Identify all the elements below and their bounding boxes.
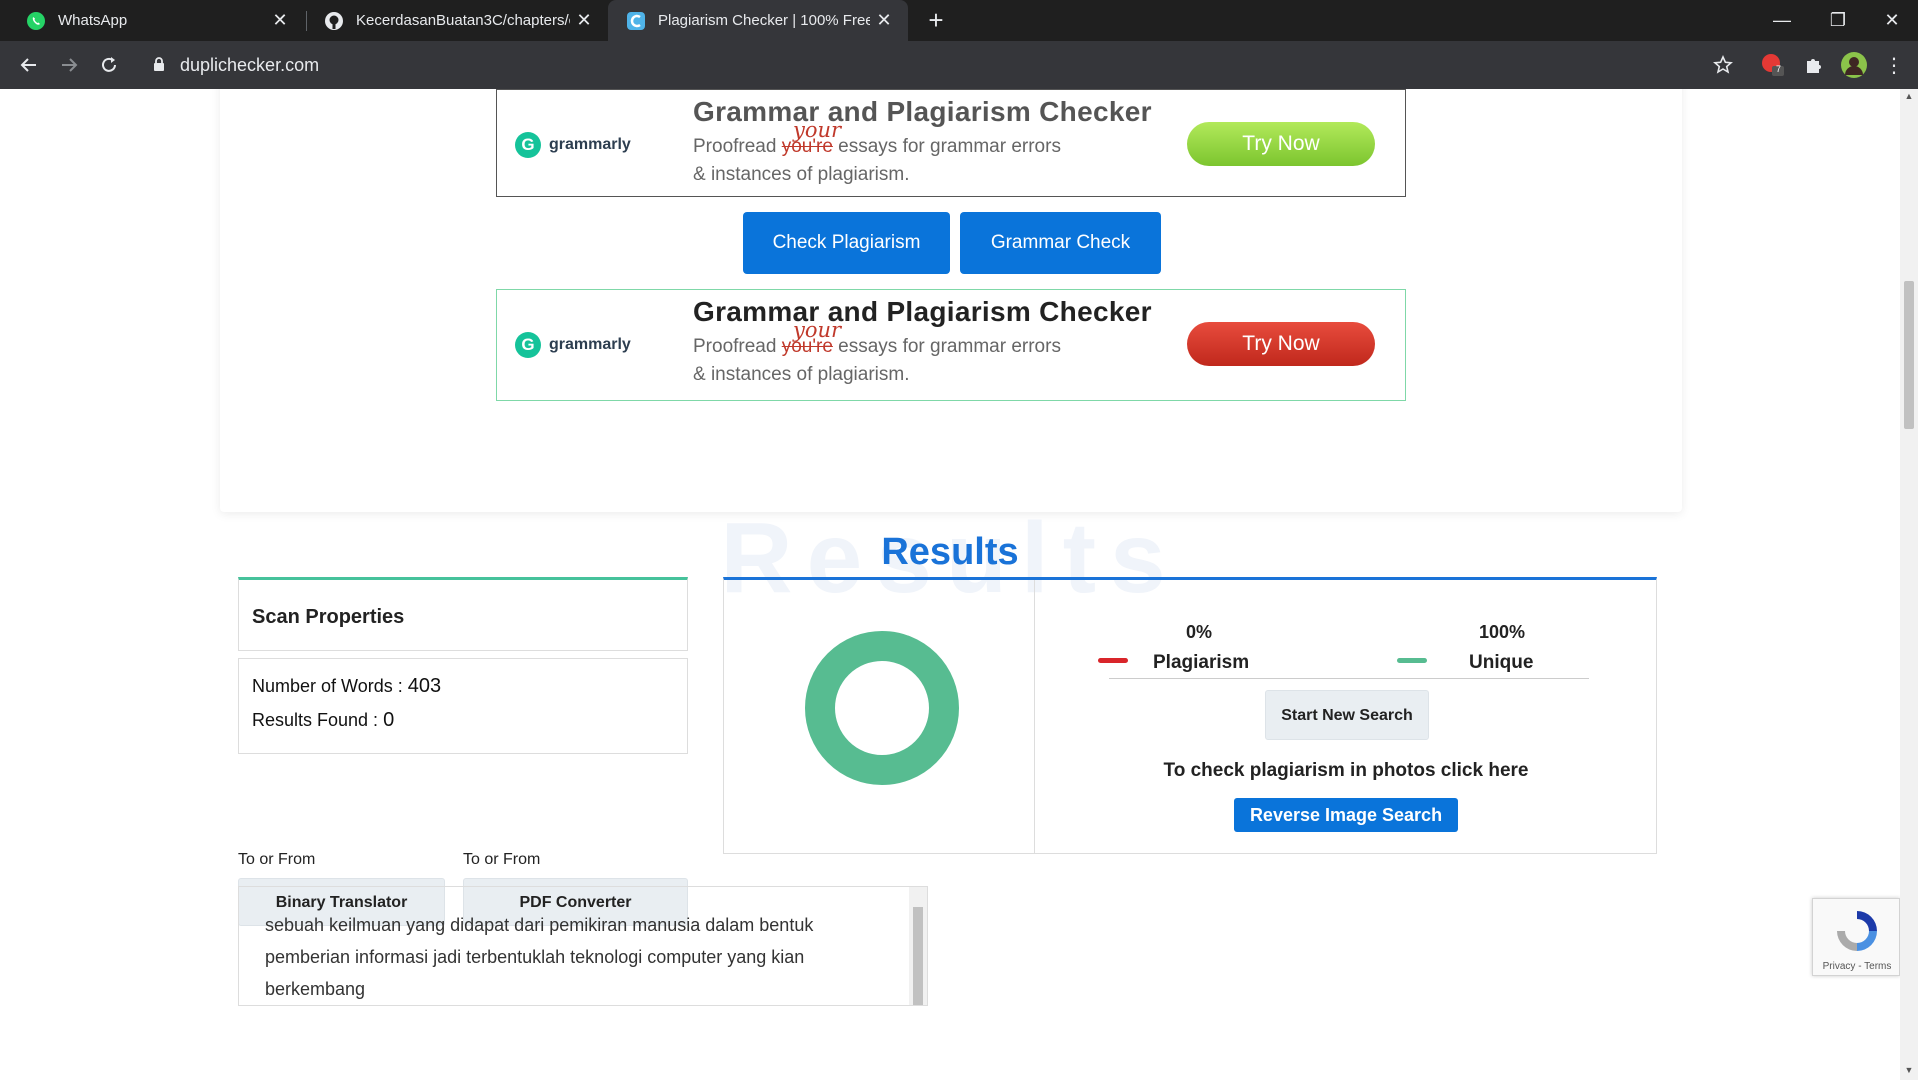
new-tab-button[interactable]: +: [921, 6, 951, 36]
grammar-check-button[interactable]: Grammar Check: [960, 212, 1161, 274]
ad-headline: Grammar and Plagiarism Checker: [693, 96, 1152, 127]
lock-icon: [152, 56, 166, 77]
back-icon[interactable]: [13, 49, 45, 81]
recaptcha-badge[interactable]: Privacy - Terms: [1812, 898, 1900, 976]
grammarly-ad-banner[interactable]: Ggrammarly Grammar and Plagiarism Checke…: [496, 289, 1406, 401]
menu-kebab-icon[interactable]: ⋮: [1879, 50, 1909, 80]
close-tab-icon[interactable]: ✕: [870, 10, 898, 31]
plagiarism-legend-swatch: [1098, 658, 1128, 663]
unique-legend-swatch: [1397, 658, 1427, 663]
browser-tab-strip: WhatsApp ✕ KecerdasanBuatan3C/chapters/c…: [0, 0, 1918, 41]
page-scroll-thumb[interactable]: [1904, 281, 1914, 429]
textarea-scroll-thumb[interactable]: [913, 907, 923, 1005]
check-plagiarism-button[interactable]: Check Plagiarism: [743, 212, 950, 274]
ad-text: Proofread: [693, 136, 777, 157]
grammarly-g-icon: G: [515, 332, 541, 358]
grammarly-g-icon: G: [515, 132, 541, 158]
unique-ring: [805, 631, 959, 785]
tab-title: Plagiarism Checker | 100% Free a: [658, 12, 870, 29]
reverse-image-search-button[interactable]: Reverse Image Search: [1234, 798, 1458, 832]
textarea-scrollbar[interactable]: [909, 887, 927, 1005]
tab-whatsapp[interactable]: WhatsApp ✕: [0, 0, 304, 41]
scan-properties-title: Scan Properties: [252, 606, 405, 628]
scroll-up-arrow-icon[interactable]: ▲: [1904, 91, 1914, 101]
ad-brand: grammarly: [549, 336, 631, 353]
url-text: duplichecker.com: [180, 55, 320, 75]
scan-properties-body: Number of Words : 403 Results Found : 0: [238, 658, 688, 754]
ad-text: Proofread: [693, 336, 777, 357]
extensions-puzzle-icon[interactable]: [1799, 50, 1829, 80]
plagiarism-donut-chart: [805, 631, 959, 785]
close-tab-icon[interactable]: ✕: [266, 10, 294, 31]
ad-correction-text: your: [793, 118, 842, 142]
github-icon: [324, 11, 344, 31]
extension-badge-count: 7: [1776, 64, 1782, 74]
whatsapp-icon: [26, 11, 46, 31]
to-or-from-label: To or From: [463, 851, 541, 868]
tab-github[interactable]: KecerdasanBuatan3C/chapters/c ✕: [306, 0, 608, 41]
grammarly-ad-banner[interactable]: Ggrammarly Grammar and Plagiarism Checke…: [496, 89, 1406, 197]
results-found-label: Results Found :: [252, 710, 379, 730]
ad-line-2: & instances of plagiarism.: [693, 364, 910, 385]
unique-label: Unique: [1469, 652, 1534, 673]
tab-duplichecker[interactable]: Plagiarism Checker | 100% Free a ✕: [608, 0, 908, 41]
recaptcha-links[interactable]: Privacy - Terms: [1813, 961, 1901, 972]
ad-line-1: Proofread you're your essays for grammar…: [693, 118, 1061, 158]
ad-line-2: & instances of plagiarism.: [693, 164, 910, 185]
ad-brand: grammarly: [549, 136, 631, 153]
word-count-label: Number of Words :: [252, 676, 403, 696]
to-or-from-label: To or From: [238, 851, 316, 868]
ad-text: essays for grammar errors: [838, 136, 1061, 157]
start-new-search-button[interactable]: Start New Search: [1265, 690, 1429, 740]
minimize-icon[interactable]: —: [1754, 0, 1810, 41]
grammarly-logo: Ggrammarly: [515, 332, 631, 358]
scan-properties-header: Scan Properties: [238, 577, 688, 651]
try-now-button[interactable]: Try Now: [1187, 122, 1375, 166]
scroll-down-arrow-icon[interactable]: ▼: [1904, 1065, 1914, 1075]
extension-badge-icon[interactable]: 7: [1758, 50, 1788, 80]
panel-divider: [1034, 580, 1035, 854]
results-found: Results Found : 0: [252, 709, 394, 732]
profile-avatar[interactable]: [1839, 50, 1869, 80]
browser-toolbar: duplichecker.com 7 ⋮: [0, 41, 1918, 89]
ad-correction-text: your: [793, 318, 842, 342]
close-tab-icon[interactable]: ✕: [570, 10, 598, 31]
bookmark-star-icon[interactable]: [1708, 50, 1738, 80]
page-scrollbar[interactable]: ▲ ▼: [1900, 89, 1918, 1080]
results-title: Results: [881, 531, 1019, 573]
plagiarism-percent: 0%: [1186, 622, 1213, 642]
word-count: Number of Words : 403: [252, 675, 441, 698]
checked-text: sebuah keilmuan yang didapat dari pemiki…: [265, 915, 814, 999]
unique-percent: 100%: [1479, 622, 1526, 642]
duplichecker-icon: [626, 11, 646, 31]
checked-text-area[interactable]: sebuah keilmuan yang didapat dari pemiki…: [238, 886, 928, 1006]
try-now-button[interactable]: Try Now: [1187, 322, 1375, 366]
ad-text: essays for grammar errors: [838, 336, 1061, 357]
ad-headline: Grammar and Plagiarism Checker: [693, 296, 1152, 327]
plagiarism-label: Plagiarism: [1153, 652, 1250, 673]
recaptcha-icon: [1837, 911, 1877, 951]
address-bar[interactable]: duplichecker.com: [142, 47, 1732, 83]
results-separator: [1109, 678, 1589, 679]
forward-icon[interactable]: [53, 49, 85, 81]
photo-check-text: To check plagiarism in photos click here: [1163, 760, 1529, 781]
restore-icon[interactable]: ❐: [1810, 0, 1866, 41]
tab-title: WhatsApp: [58, 12, 128, 29]
grammarly-logo: Ggrammarly: [515, 132, 631, 158]
ad-line-1: Proofread you're your essays for grammar…: [693, 318, 1061, 358]
results-found-value: 0: [383, 709, 395, 731]
results-panel: 0% Plagiarism 100% Unique Start New Sear…: [723, 577, 1657, 854]
close-window-icon[interactable]: ✕: [1864, 0, 1918, 41]
tab-title: KecerdasanBuatan3C/chapters/c: [356, 12, 570, 29]
reload-icon[interactable]: [93, 49, 125, 81]
word-count-value: 403: [407, 675, 442, 697]
